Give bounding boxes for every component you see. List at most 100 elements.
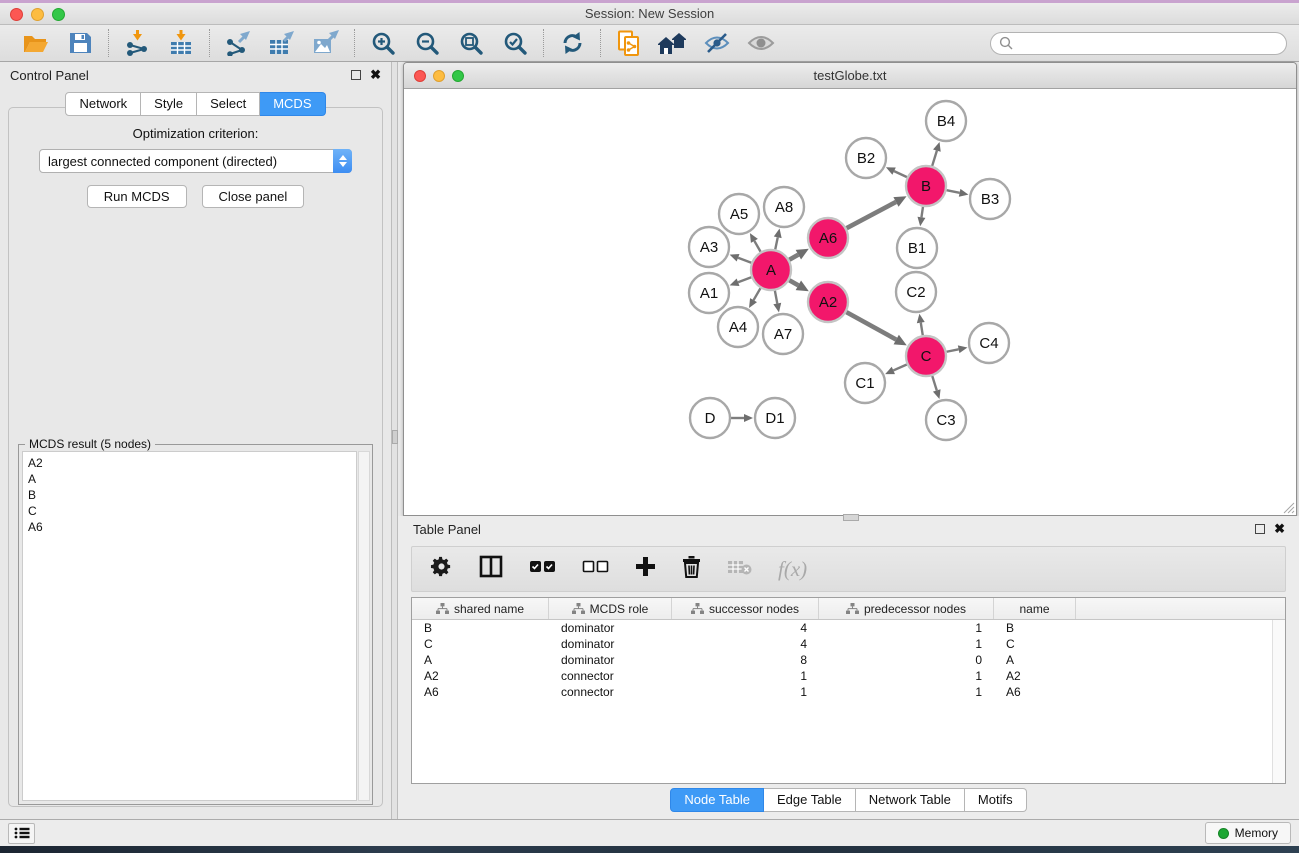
export-table-button[interactable] (267, 29, 297, 57)
search-input[interactable] (1018, 36, 1278, 51)
column-header-successor-nodes[interactable]: successor nodes (672, 598, 819, 619)
export-network-button[interactable] (223, 29, 253, 57)
table-row[interactable]: Cdominator41C (412, 636, 1285, 652)
edge-C-C2[interactable] (921, 323, 923, 336)
cell-shared-name[interactable]: C (412, 636, 549, 652)
cell-MCDS-role[interactable]: dominator (549, 620, 672, 636)
deselect-all-columns-button[interactable] (582, 560, 609, 579)
float-panel-icon[interactable] (351, 70, 361, 80)
add-column-button[interactable] (635, 556, 656, 582)
edge-B-B4[interactable] (932, 151, 937, 166)
table-settings-button[interactable] (430, 555, 453, 583)
tab-motifs[interactable]: Motifs (965, 788, 1027, 812)
edge-C-C1[interactable] (893, 364, 906, 370)
tab-style[interactable]: Style (141, 92, 197, 116)
edge-B-B1[interactable] (921, 207, 923, 218)
edge-C-C4[interactable] (947, 349, 959, 351)
float-table-panel-icon[interactable] (1255, 524, 1265, 534)
tab-node-table[interactable]: Node Table (670, 788, 764, 812)
save-session-button[interactable] (65, 29, 95, 57)
close-table-panel-icon[interactable]: ✖ (1274, 524, 1285, 534)
close-window-button[interactable] (10, 8, 23, 21)
zoom-window-button[interactable] (52, 8, 65, 21)
table-row[interactable]: Adominator80A (412, 652, 1285, 668)
network-minimize-button[interactable] (433, 70, 445, 82)
delete-columns-button[interactable] (682, 555, 701, 583)
zoom-selected-button[interactable] (500, 29, 530, 57)
edge-A-A3[interactable] (738, 258, 751, 263)
network-canvas[interactable]: B4B2BB3A5A8A6B1A3AA1C2A2A4A7C4CC1C3DD1 (404, 89, 1296, 515)
edge-B-B2[interactable] (894, 171, 907, 177)
cell-MCDS-role[interactable]: dominator (549, 652, 672, 668)
close-panel-icon[interactable]: ✖ (370, 70, 381, 80)
edge-A6-B[interactable] (847, 202, 896, 228)
cell-predecessor-nodes[interactable]: 0 (819, 652, 994, 668)
minimize-window-button[interactable] (31, 8, 44, 21)
cell-shared-name[interactable]: A (412, 652, 549, 668)
edge-A-A2[interactable] (789, 280, 798, 285)
edge-A2-C[interactable] (846, 312, 896, 339)
cell-MCDS-role[interactable]: dominator (549, 636, 672, 652)
duplicate-network-button[interactable] (614, 29, 644, 57)
zoom-in-button[interactable] (368, 29, 398, 57)
task-history-button[interactable] (8, 823, 35, 844)
cell-predecessor-nodes[interactable]: 1 (819, 620, 994, 636)
table-scrollbar[interactable] (1272, 620, 1285, 783)
cell-successor-nodes[interactable]: 1 (672, 668, 819, 684)
cell-successor-nodes[interactable]: 8 (672, 652, 819, 668)
tab-network[interactable]: Network (65, 92, 141, 116)
zoom-out-button[interactable] (412, 29, 442, 57)
panel-splitter[interactable] (391, 62, 398, 819)
cell-name[interactable]: A2 (994, 668, 1076, 684)
show-hide-preview-button[interactable] (746, 29, 776, 57)
refresh-layout-button[interactable] (557, 29, 587, 57)
run-mcds-button[interactable]: Run MCDS (87, 185, 187, 208)
network-close-button[interactable] (414, 70, 426, 82)
import-table-button[interactable] (166, 29, 196, 57)
cell-successor-nodes[interactable]: 4 (672, 620, 819, 636)
open-file-button[interactable] (21, 29, 51, 57)
cell-shared-name[interactable]: A6 (412, 684, 549, 700)
cell-name[interactable]: B (994, 620, 1076, 636)
column-header-shared-name[interactable]: shared name (412, 598, 549, 619)
network-overview-button[interactable] (658, 29, 688, 57)
tab-mcds[interactable]: MCDS (260, 92, 325, 116)
edge-A-A1[interactable] (738, 277, 751, 282)
cell-name[interactable]: C (994, 636, 1076, 652)
edge-A-A8[interactable] (775, 237, 777, 249)
zoom-fit-button[interactable] (456, 29, 486, 57)
export-image-button[interactable] (311, 29, 341, 57)
edge-B-B3[interactable] (947, 190, 960, 193)
network-zoom-button[interactable] (452, 70, 464, 82)
edge-A-A4[interactable] (754, 288, 761, 300)
edge-A-A6[interactable] (789, 255, 798, 260)
cell-MCDS-role[interactable]: connector (549, 668, 672, 684)
cell-predecessor-nodes[interactable]: 1 (819, 636, 994, 652)
table-splitter-handle[interactable] (843, 514, 859, 521)
search-box[interactable] (990, 32, 1287, 55)
table-row[interactable]: Bdominator41B (412, 620, 1285, 636)
cell-shared-name[interactable]: B (412, 620, 549, 636)
result-list-scrollbar[interactable] (358, 451, 370, 801)
cell-successor-nodes[interactable]: 1 (672, 684, 819, 700)
cell-predecessor-nodes[interactable]: 1 (819, 684, 994, 700)
table-row[interactable]: A6connector11A6 (412, 684, 1285, 700)
optimization-criterion-dropdown[interactable]: largest connected component (directed) (39, 149, 352, 173)
close-panel-button[interactable]: Close panel (202, 185, 305, 208)
select-all-columns-button[interactable] (529, 560, 556, 579)
table-row[interactable]: A2connector11A2 (412, 668, 1285, 684)
edge-A-A7[interactable] (775, 291, 777, 304)
import-network-button[interactable] (122, 29, 152, 57)
cell-name[interactable]: A (994, 652, 1076, 668)
edge-A-A5[interactable] (754, 241, 760, 252)
memory-button[interactable]: Memory (1205, 822, 1291, 844)
cell-successor-nodes[interactable]: 4 (672, 636, 819, 652)
split-panel-button[interactable] (479, 555, 503, 583)
column-header-predecessor-nodes[interactable]: predecessor nodes (819, 598, 994, 619)
column-header-MCDS-role[interactable]: MCDS role (549, 598, 672, 619)
tab-select[interactable]: Select (197, 92, 260, 116)
edge-C-C3[interactable] (932, 376, 936, 390)
cell-shared-name[interactable]: A2 (412, 668, 549, 684)
cell-MCDS-role[interactable]: connector (549, 684, 672, 700)
column-header-name[interactable]: name (994, 598, 1076, 619)
